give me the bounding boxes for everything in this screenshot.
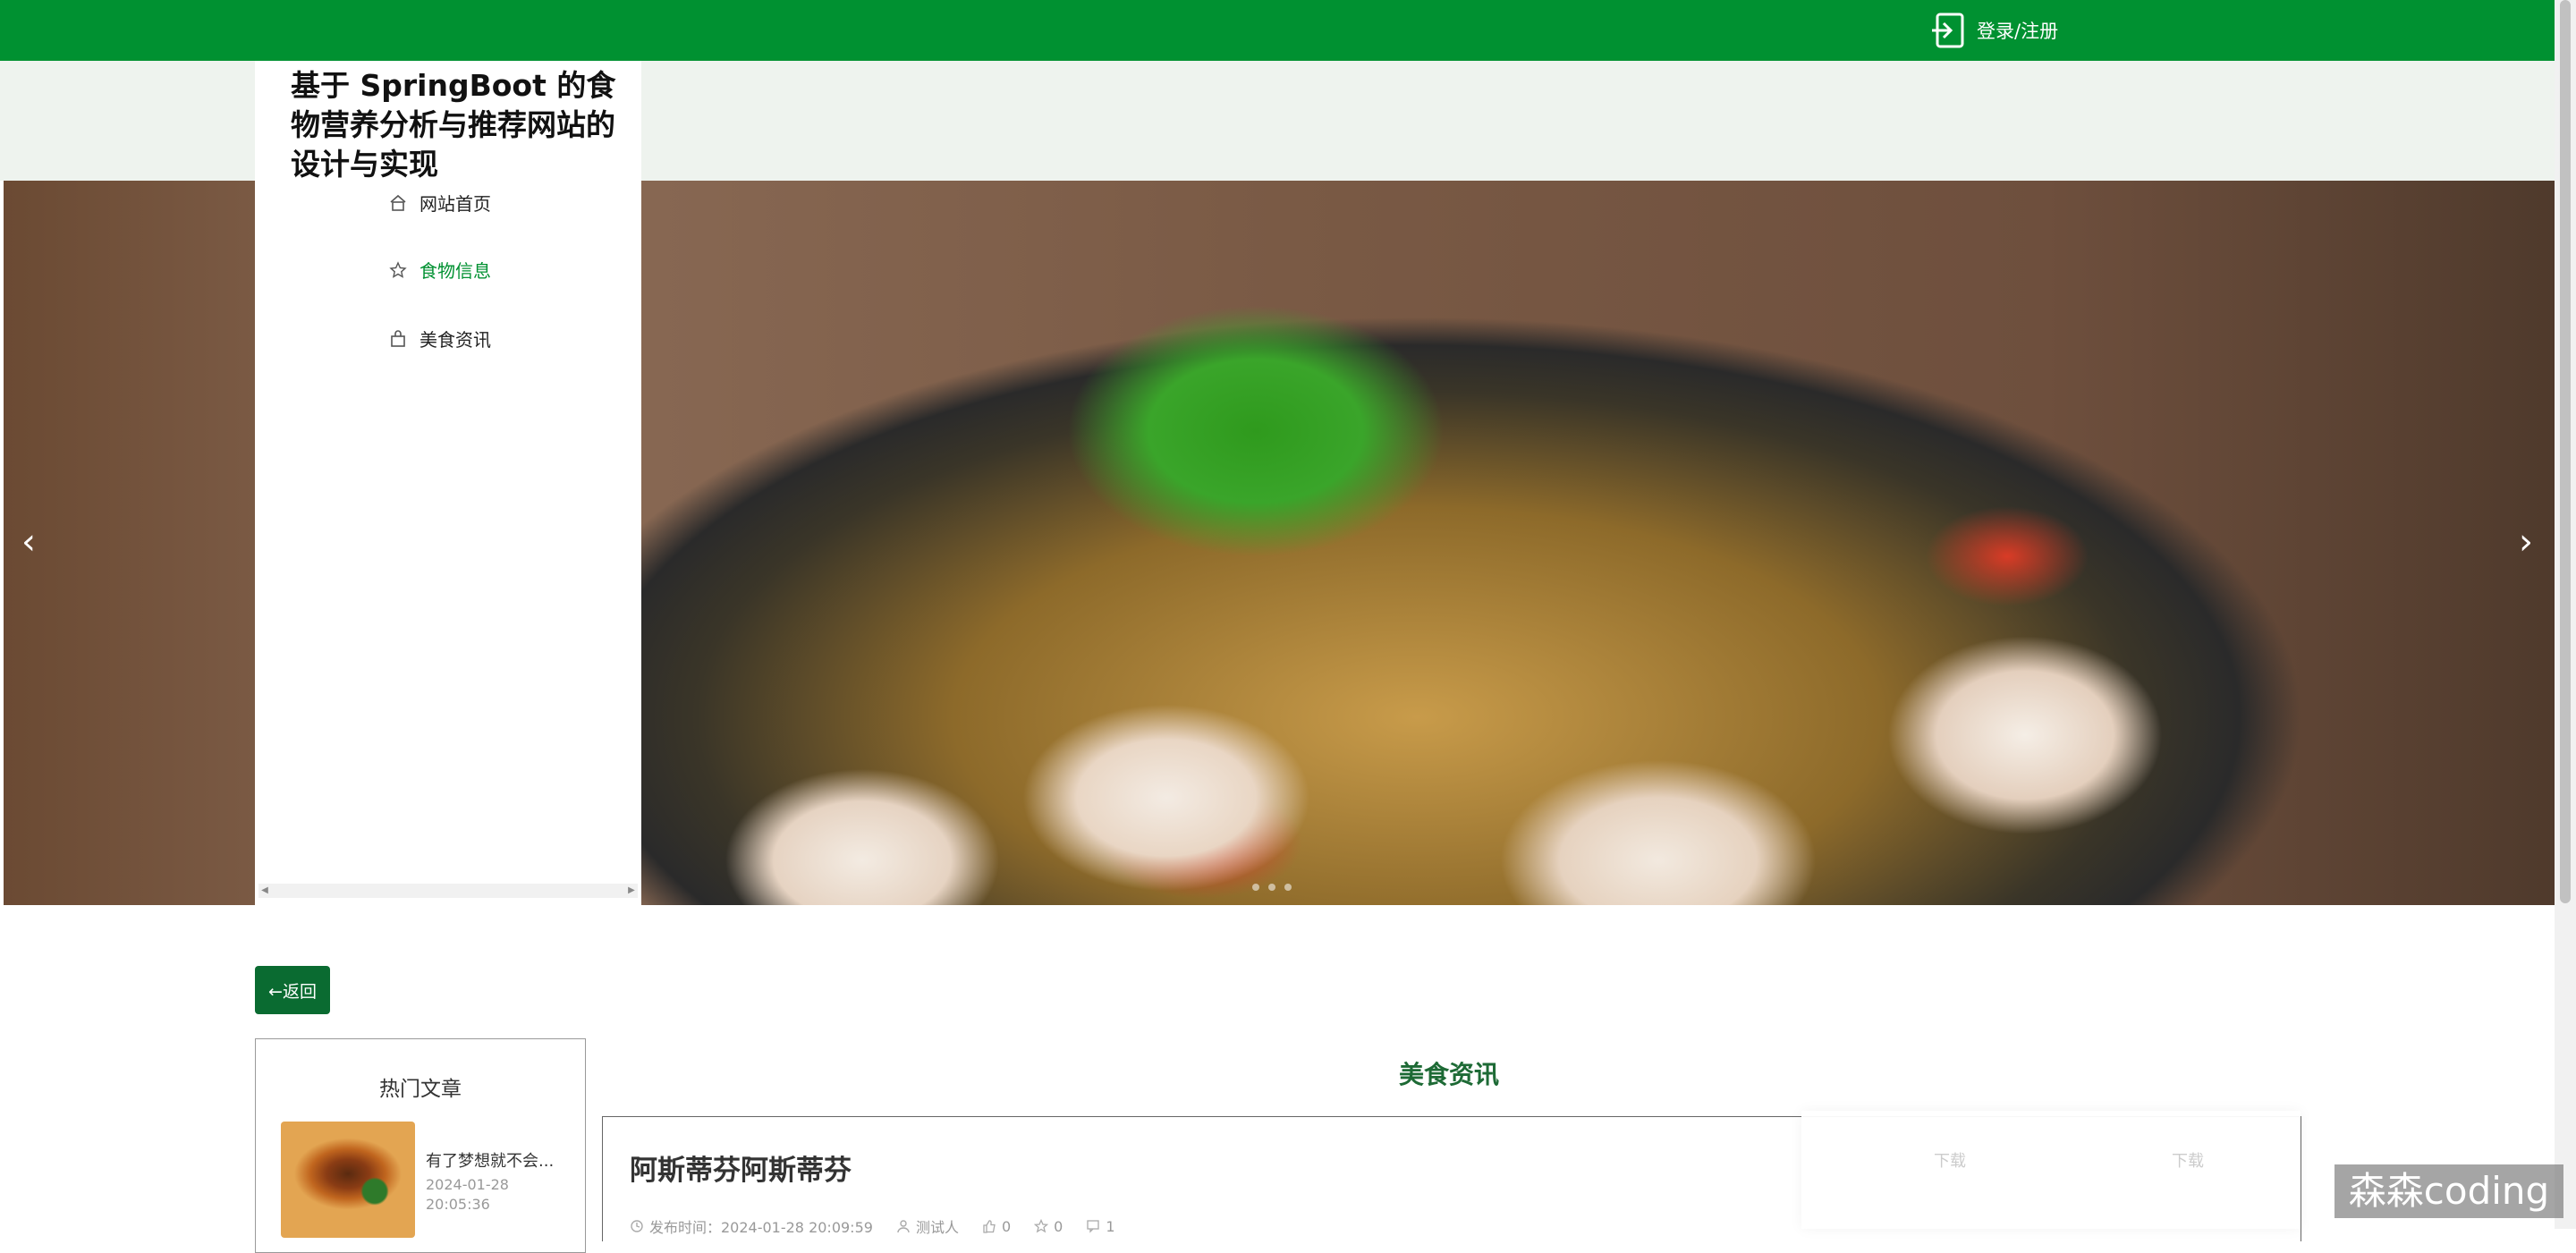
- overlay-left-label[interactable]: 下载: [1934, 1148, 1966, 1172]
- article-meta: 发布时间：2024-01-28 20:09:59 测试人 0 0 1: [630, 1215, 1115, 1237]
- top-header-bar: 登录/注册: [0, 0, 2576, 61]
- hot-articles-title: 热门文章: [379, 1078, 462, 1101]
- home-icon: [390, 194, 406, 211]
- nav-item-label: 美食资讯: [419, 329, 491, 351]
- overlay-right-label[interactable]: 下载: [2172, 1148, 2204, 1172]
- publish-time-text: 发布时间：2024-01-28 20:09:59: [649, 1219, 873, 1236]
- scroll-left-icon[interactable]: ◀: [258, 884, 271, 898]
- article-thumbnail[interactable]: [281, 1122, 415, 1238]
- nav-item-food-news[interactable]: 美食资讯: [389, 326, 491, 351]
- comments[interactable]: 1: [1086, 1215, 1115, 1237]
- comment-icon: [1087, 1220, 1099, 1233]
- carousel-indicators: [1252, 884, 1292, 891]
- carousel-dot[interactable]: [1284, 884, 1292, 891]
- hot-articles-panel: 热门文章 有了梦想就不会... 2024-01-28 20:05:36: [255, 1038, 586, 1253]
- nav-item-label: 网站首页: [419, 193, 491, 215]
- horizontal-scrollbar[interactable]: ◀ ▶: [258, 884, 638, 898]
- carousel-dot[interactable]: [1252, 884, 1259, 891]
- scroll-right-icon[interactable]: ▶: [625, 884, 638, 898]
- publish-time: 发布时间：2024-01-28 20:09:59: [630, 1215, 873, 1237]
- carousel-dot[interactable]: [1268, 884, 1275, 891]
- carousel-prev-button[interactable]: ‹: [11, 521, 47, 563]
- login-icon: [1932, 13, 1964, 48]
- favorites[interactable]: 0: [1034, 1215, 1063, 1237]
- author: 测试人: [896, 1215, 959, 1237]
- likes[interactable]: 0: [982, 1215, 1011, 1237]
- star-icon: [389, 260, 407, 278]
- section-title: 美食资讯: [1398, 1060, 1499, 1089]
- likes-count: 0: [1001, 1217, 1012, 1235]
- article-title: 阿斯蒂芬阿斯蒂芬: [630, 1155, 852, 1187]
- star-icon: [1034, 1219, 1049, 1233]
- scrollbar-thumb[interactable]: [2560, 0, 2571, 903]
- page-scrollbar[interactable]: [2555, 0, 2576, 1229]
- carousel-next-button[interactable]: ›: [2508, 521, 2544, 563]
- back-button[interactable]: ←返回: [255, 966, 330, 1014]
- thumbs-up-icon: [983, 1220, 996, 1233]
- watermark: 森森coding: [2334, 1164, 2563, 1218]
- bag-icon: [391, 329, 405, 347]
- login-register-label: 登录/注册: [1977, 21, 2059, 42]
- favorites-count: 0: [1054, 1217, 1063, 1235]
- author-text: 测试人: [915, 1219, 959, 1236]
- user-icon: [897, 1220, 910, 1233]
- clock-icon: [631, 1220, 643, 1232]
- hot-article-date: 2024-01-28 20:05:36: [426, 1176, 509, 1213]
- nav-item-home[interactable]: 网站首页: [389, 190, 491, 216]
- navigation-panel: 基于 SpringBoot 的食物营养分析与推荐网站的设计与实现 网站首页 食物…: [255, 61, 641, 905]
- nav-item-label: 食物信息: [419, 260, 491, 282]
- floating-overlay-panel: 下载 下载: [1801, 1111, 2301, 1229]
- nav-item-food-info[interactable]: 食物信息: [389, 257, 491, 283]
- login-register-button[interactable]: 登录/注册: [1928, 11, 2058, 50]
- site-title: 基于 SpringBoot 的食物营养分析与推荐网站的设计与实现: [291, 68, 616, 182]
- hot-article-name[interactable]: 有了梦想就不会...: [426, 1148, 554, 1172]
- comments-count: 1: [1106, 1217, 1115, 1235]
